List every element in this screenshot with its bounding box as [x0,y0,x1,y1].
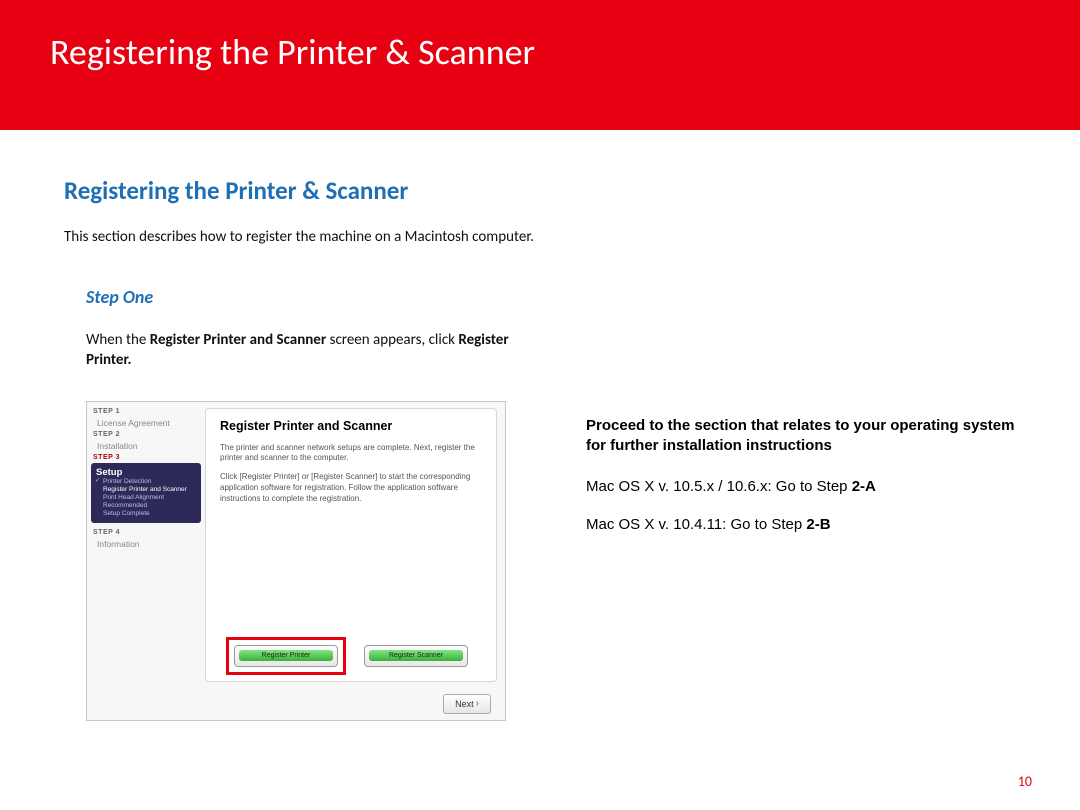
sidebar-item-information: Information [91,536,201,552]
step-body-row: When the Register Printer and Scanner sc… [64,330,1024,721]
left-column: When the Register Printer and Scanner sc… [86,330,556,721]
register-printer-label: Register Printer [239,650,333,661]
step-instruction: When the Register Printer and Scanner sc… [86,330,556,371]
sidebar-sub-alignment: Print Head Alignment Recommended [95,494,197,510]
os1-step: 2-A [852,478,876,495]
sidebar-step-1: STEP 1 [91,408,201,415]
os-line-2: Mac OS X v. 10.4.11: Go to Step 2-B [586,515,1024,535]
sidebar-sub-register: Register Printer and Scanner [95,486,197,494]
sidebar-setup-title: Setup [95,467,197,478]
register-printer-button[interactable]: Register Printer [234,645,338,667]
os2-text: Mac OS X v. 10.4.11: Go to Step [586,516,806,533]
sidebar-item-installation: Installation [91,438,201,454]
section-heading: Registering the Printer & Scanner [64,175,1024,206]
text-bold: Register Printer and Scanner [150,331,326,349]
page-number: 10 [1018,773,1032,790]
sidebar-step-2: STEP 2 [91,431,201,438]
sidebar-step-3: STEP 3 [91,454,201,461]
sidebar-step-4: STEP 4 [91,529,201,536]
right-column: Proceed to the section that relates to y… [586,330,1024,721]
installer-screenshot: STEP 1 License Agreement STEP 2 Installa… [86,401,506,721]
register-scanner-label: Register Scanner [369,650,463,661]
header-banner: Registering the Printer & Scanner [0,0,1080,130]
text-fragment: When the [86,331,150,349]
os1-text: Mac OS X v. 10.5.x / 10.6.x: Go to Step [586,478,852,495]
step-one-label: Step One [86,286,1024,308]
installer-main-panel: Register Printer and Scanner The printer… [205,408,497,682]
next-button-label: Next [455,699,474,709]
sidebar-item-setup: Setup Printer Detection Register Printer… [91,463,201,524]
installer-inner: STEP 1 License Agreement STEP 2 Installa… [87,402,505,682]
register-scanner-button[interactable]: Register Scanner [364,645,468,667]
page-title: Registering the Printer & Scanner [50,30,1030,74]
sidebar-sub-detection: Printer Detection [95,478,197,486]
text-fragment: screen appears, click [326,331,458,349]
panel-text-1: The printer and scanner network setups a… [220,443,482,465]
installer-sidebar: STEP 1 License Agreement STEP 2 Installa… [87,402,205,682]
intro-text: This section describes how to register t… [64,228,1024,246]
next-button[interactable]: Next [443,694,491,714]
sidebar-item-license: License Agreement [91,415,201,431]
os-line-1: Mac OS X v. 10.5.x / 10.6.x: Go to Step … [586,477,1024,497]
installer-footer: Next [443,694,491,714]
proceed-lead: Proceed to the section that relates to y… [586,416,1024,457]
panel-title: Register Printer and Scanner [220,419,482,433]
panel-text-2: Click [Register Printer] or [Register Sc… [220,472,482,504]
button-row: Register Printer Register Scanner [206,645,496,667]
sidebar-sub-complete: Setup Complete [95,510,197,518]
os2-step: 2-B [806,516,830,533]
content-area: Registering the Printer & Scanner This s… [0,130,1080,721]
